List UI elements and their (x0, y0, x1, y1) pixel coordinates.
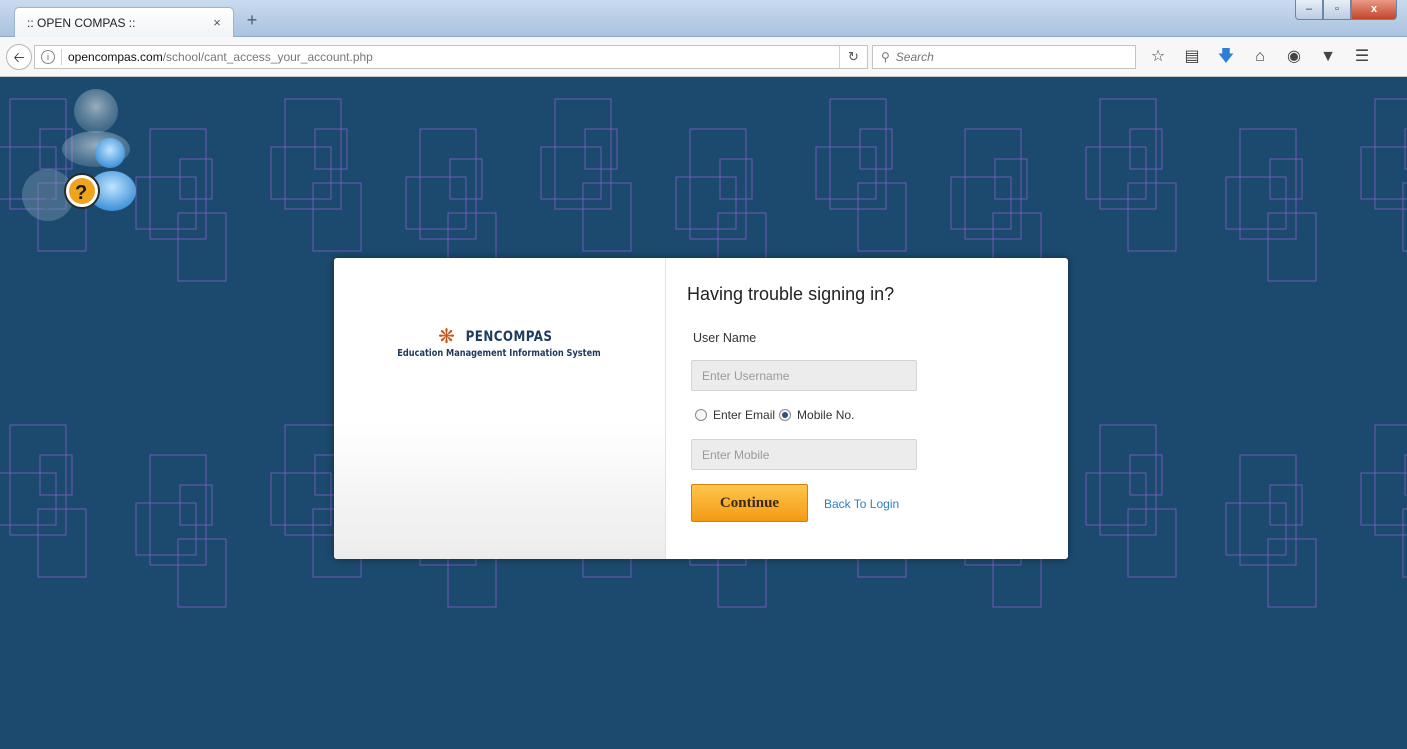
pattern-rect (37, 508, 87, 578)
trouble-signing-in-card: ❋ PENCOMPAS Education Management Informa… (334, 258, 1068, 559)
url-path: /school/cant_access_your_account.php (162, 50, 373, 64)
chat-icon[interactable]: ◉ (1282, 46, 1306, 68)
pattern-rect (177, 538, 227, 608)
contact-method-options: Enter Email Mobile No. (695, 408, 854, 422)
pattern-rect (675, 176, 737, 230)
pattern-rect (857, 182, 907, 252)
pattern-rect (1402, 508, 1407, 578)
pattern-rect (1225, 502, 1287, 556)
navigation-bar: 🡠 i opencompas.com/school/cant_access_yo… (0, 37, 1407, 77)
tab-title: :: OPEN COMPAS :: (27, 15, 136, 30)
pattern-rect (270, 146, 332, 200)
pattern-rect (1085, 472, 1147, 526)
pattern-rect (1127, 182, 1177, 252)
card-logo-panel: ❋ PENCOMPAS Education Management Informa… (334, 258, 666, 559)
pattern-rect (950, 176, 1012, 230)
tab-close-icon[interactable]: × (209, 15, 225, 30)
svg-text:?: ? (38, 183, 56, 216)
menu-icon[interactable]: ☰ (1350, 46, 1374, 68)
search-input[interactable] (895, 50, 1116, 64)
pattern-rect (135, 502, 197, 556)
pattern-rect (1402, 182, 1407, 252)
back-arrow-icon: 🡠 (13, 49, 25, 65)
pattern-rect (1267, 538, 1317, 608)
new-tab-button[interactable]: + (240, 10, 264, 32)
page-content: ? ? ❋ PENCOMPAS Education Management Inf… (0, 77, 1407, 749)
window-titlebar: :: OPEN COMPAS :: × + ‒ ▫ x (0, 0, 1407, 37)
url-host: opencompas.com (68, 50, 163, 64)
browser-tab[interactable]: :: OPEN COMPAS :: × (14, 7, 234, 37)
minimize-button[interactable]: ‒ (1295, 0, 1323, 20)
pattern-rect (312, 182, 362, 252)
home-icon[interactable]: ⌂ (1248, 46, 1272, 68)
pocket-icon[interactable]: ▼ (1316, 46, 1340, 68)
compass-star-icon: ❋ (438, 326, 455, 348)
pattern-rect (405, 176, 467, 230)
email-radio[interactable] (695, 409, 707, 421)
reading-list-icon[interactable]: ▤ (1180, 46, 1204, 68)
pattern-rect (540, 146, 602, 200)
svg-text:?: ? (75, 182, 87, 204)
toolbar-icons: ☆ ▤ 🡇 ⌂ ◉ ▼ ☰ (1146, 46, 1374, 68)
form-heading: Having trouble signing in? (687, 284, 895, 304)
logo-tagline: Education Management Information System (397, 348, 601, 359)
pattern-rect (177, 212, 227, 282)
pattern-rect (1267, 212, 1317, 282)
pattern-rect (1225, 176, 1287, 230)
url-separator (61, 49, 62, 65)
address-bar[interactable]: i opencompas.com/school/cant_access_your… (34, 45, 868, 69)
site-info-icon[interactable]: i (41, 50, 55, 64)
pattern-rect (815, 146, 877, 200)
opencompas-logo: ❋ PENCOMPAS Education Management Informa… (374, 326, 624, 359)
pattern-rect (1360, 472, 1407, 526)
back-to-login-link[interactable]: Back To Login (824, 497, 899, 511)
logo-mark: ❋ PENCOMPAS (374, 326, 624, 348)
mobile-option-label: Mobile No. (797, 408, 855, 422)
maximize-button[interactable]: ▫ (1323, 0, 1351, 20)
search-box[interactable]: ⚲ (872, 45, 1136, 69)
logo-name: PENCOMPAS (465, 329, 553, 345)
pattern-rect (582, 182, 632, 252)
search-icon: ⚲ (881, 50, 890, 64)
mobile-radio[interactable] (779, 409, 792, 421)
continue-button[interactable]: Continue (691, 484, 808, 522)
email-option-label: Enter Email (713, 408, 776, 422)
pattern-rect (1085, 146, 1147, 200)
username-label: User Name (693, 331, 757, 345)
recovery-form: Having trouble signing in? User Name Ent… (667, 258, 1068, 559)
star-icon[interactable]: ☆ (1146, 46, 1170, 68)
pattern-rect (1360, 146, 1407, 200)
pattern-rect (0, 472, 57, 526)
download-icon[interactable]: 🡇 (1214, 46, 1238, 68)
pattern-rect (270, 472, 332, 526)
back-button[interactable]: 🡠 (6, 44, 32, 70)
reload-icon[interactable]: ↻ (839, 46, 867, 68)
pattern-rect (1374, 98, 1407, 210)
window-controls: ‒ ▫ x (1295, 0, 1397, 20)
username-input[interactable] (691, 360, 917, 391)
mobile-input[interactable] (691, 439, 917, 470)
pattern-rect (1374, 424, 1407, 536)
help-user-icon: ? ? (22, 89, 136, 221)
pattern-rect (1127, 508, 1177, 578)
close-window-button[interactable]: x (1351, 0, 1397, 20)
